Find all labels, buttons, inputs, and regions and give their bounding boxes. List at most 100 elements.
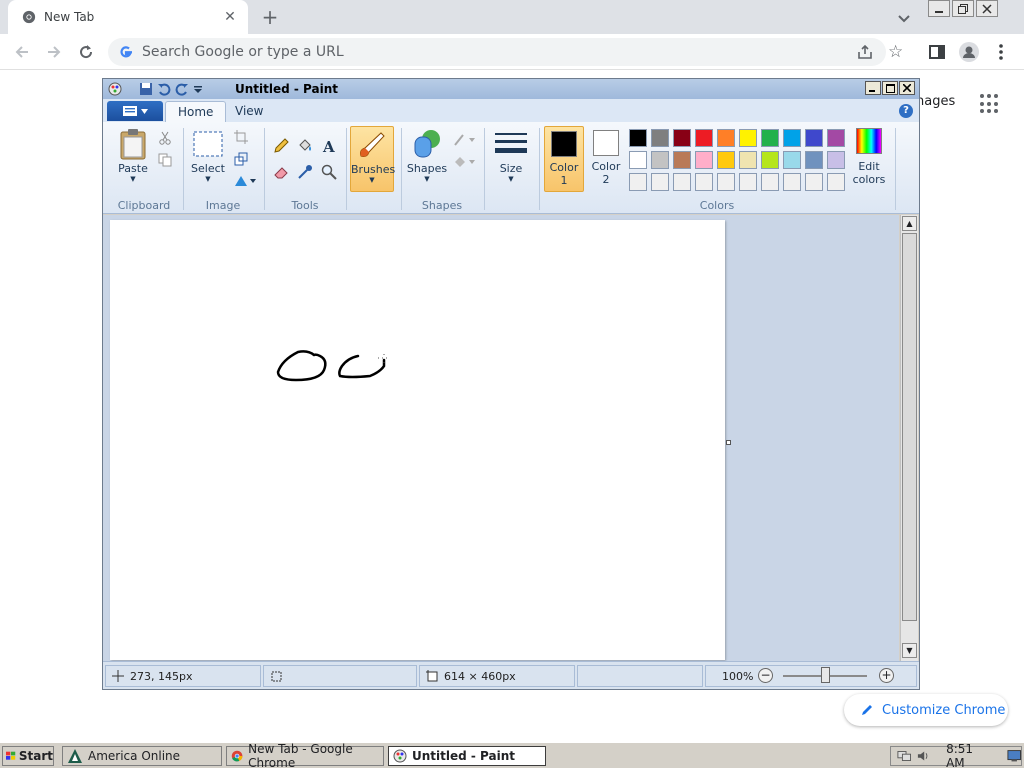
palette-swatch[interactable] [739, 129, 757, 147]
palette-swatch[interactable] [695, 129, 713, 147]
paste-button[interactable]: Paste ▼ [111, 126, 155, 192]
palette-swatch[interactable] [717, 129, 735, 147]
palette-swatch[interactable] [651, 173, 669, 191]
omnibox[interactable]: Search Google or type a URL ☆ [108, 38, 903, 66]
palette-swatch[interactable] [783, 129, 801, 147]
palette-swatch[interactable] [673, 129, 691, 147]
paint-minimize-button[interactable] [865, 81, 881, 95]
profile-button[interactable] [958, 41, 980, 63]
crop-icon[interactable] [231, 127, 251, 147]
palette-swatch[interactable] [651, 129, 669, 147]
palette-swatch[interactable] [629, 173, 647, 191]
palette-swatch[interactable] [651, 151, 669, 169]
close-window-button[interactable] [976, 0, 998, 17]
select-button[interactable]: Select ▼ [186, 126, 230, 192]
volume-icon[interactable] [917, 749, 930, 763]
reload-button[interactable] [74, 40, 98, 64]
network-icon[interactable] [897, 749, 911, 763]
zoom-out-button[interactable]: − [758, 668, 773, 683]
zoom-slider-thumb[interactable] [821, 667, 830, 683]
palette-swatch[interactable] [739, 151, 757, 169]
color2-button[interactable]: Color 2 [586, 126, 626, 192]
copy-icon[interactable] [155, 150, 175, 170]
minimize-button[interactable] [928, 0, 950, 17]
fill-bucket-icon[interactable] [295, 136, 315, 156]
vertical-scrollbar[interactable]: ▲ ▼ [900, 215, 918, 661]
file-menu-button[interactable] [107, 101, 163, 121]
tab-view[interactable]: View [223, 101, 275, 122]
pencil-tool-icon[interactable] [271, 136, 291, 156]
paint-close-button[interactable] [899, 81, 915, 95]
palette-swatch[interactable] [629, 151, 647, 169]
palette-swatch[interactable] [717, 151, 735, 169]
color1-button[interactable]: Color 1 [544, 126, 584, 192]
size-button[interactable]: Size ▼ [489, 126, 533, 192]
palette-swatch[interactable] [805, 151, 823, 169]
customize-qat-icon[interactable] [193, 82, 203, 96]
paint-app-icon[interactable] [108, 82, 122, 96]
tab-new-tab[interactable]: New Tab ✕ [8, 0, 248, 34]
help-icon[interactable]: ? [899, 104, 913, 118]
palette-swatch[interactable] [717, 173, 735, 191]
rotate-icon[interactable] [231, 171, 259, 191]
undo-icon[interactable] [157, 82, 171, 96]
palette-swatch[interactable] [739, 173, 757, 191]
tab-close-icon[interactable]: ✕ [220, 7, 240, 27]
canvas-workspace[interactable] [103, 215, 899, 661]
palette-swatch[interactable] [783, 151, 801, 169]
zoom-in-button[interactable]: + [879, 668, 894, 683]
color-picker-icon[interactable] [295, 162, 315, 182]
images-link[interactable]: nages [916, 94, 955, 109]
redo-icon[interactable] [175, 82, 189, 96]
palette-swatch[interactable] [783, 173, 801, 191]
forward-button[interactable] [42, 40, 66, 64]
palette-swatch[interactable] [761, 151, 779, 169]
text-tool-icon[interactable]: A [319, 136, 339, 156]
save-icon[interactable] [139, 82, 153, 96]
taskbar-item-chrome[interactable]: New Tab - Google Chrome [226, 742, 384, 768]
tab-home[interactable]: Home [165, 101, 227, 122]
edit-colors-button[interactable]: Edit colors [849, 128, 889, 186]
eraser-tool-icon[interactable] [271, 162, 291, 182]
shape-fill-icon[interactable] [451, 152, 479, 172]
resize-icon[interactable] [231, 149, 251, 169]
chrome-menu-button[interactable] [990, 41, 1012, 63]
scrollbar-thumb[interactable] [902, 233, 917, 621]
bookmark-star-icon[interactable]: ☆ [888, 42, 903, 62]
palette-swatch[interactable] [761, 173, 779, 191]
new-tab-button[interactable]: + [258, 5, 282, 29]
chevron-down-icon[interactable] [894, 8, 914, 28]
shape-outline-icon[interactable] [451, 130, 479, 150]
palette-swatch[interactable] [827, 151, 845, 169]
scroll-down-icon[interactable]: ▼ [902, 643, 917, 658]
palette-swatch[interactable] [827, 173, 845, 191]
taskbar-item-aol[interactable]: America Online [62, 746, 222, 766]
palette-swatch[interactable] [761, 129, 779, 147]
start-button[interactable]: Start [2, 746, 54, 766]
palette-swatch[interactable] [695, 151, 713, 169]
restore-button[interactable] [952, 0, 974, 17]
paint-titlebar[interactable]: Untitled - Paint [103, 79, 919, 99]
cut-icon[interactable] [155, 128, 175, 148]
paint-maximize-button[interactable] [882, 81, 898, 95]
palette-swatch[interactable] [673, 173, 691, 191]
side-panel-button[interactable] [926, 41, 948, 63]
desktop-icon[interactable] [1007, 749, 1021, 763]
palette-swatch[interactable] [805, 173, 823, 191]
palette-swatch[interactable] [805, 129, 823, 147]
customize-chrome-button[interactable]: Customize Chrome [844, 694, 1008, 726]
palette-swatch[interactable] [827, 129, 845, 147]
taskbar-item-paint[interactable]: Untitled - Paint [388, 746, 546, 766]
shapes-button[interactable]: Shapes ▼ [405, 126, 449, 192]
drawing-canvas[interactable] [110, 220, 725, 660]
share-icon[interactable] [856, 43, 874, 61]
brushes-button[interactable]: Brushes ▼ [350, 126, 395, 192]
google-apps-icon[interactable] [980, 94, 1000, 114]
back-button[interactable] [10, 40, 34, 64]
palette-swatch[interactable] [695, 173, 713, 191]
magnifier-icon[interactable] [319, 162, 339, 182]
palette-swatch[interactable] [673, 151, 691, 169]
scroll-up-icon[interactable]: ▲ [902, 216, 917, 231]
palette-swatch[interactable] [629, 129, 647, 147]
canvas-resize-handle-right[interactable] [726, 440, 731, 445]
